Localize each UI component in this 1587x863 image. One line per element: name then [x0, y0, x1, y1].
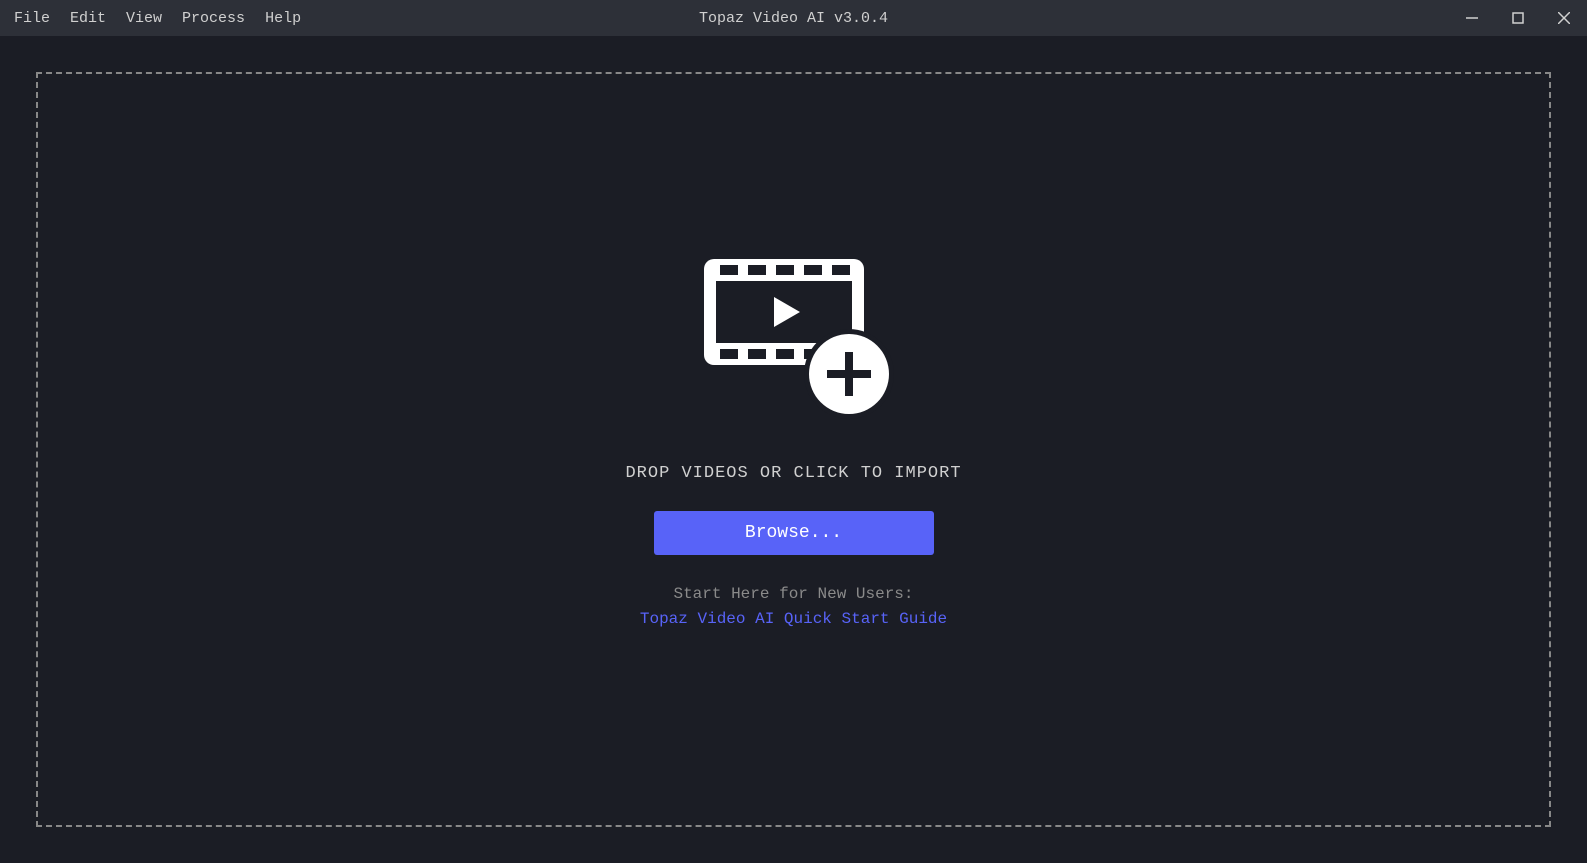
minimize-button[interactable]	[1449, 0, 1495, 36]
app-title: Topaz Video AI v3.0.4	[699, 10, 888, 27]
title-bar: File Edit View Process Help Topaz Video …	[0, 0, 1587, 36]
menu-view[interactable]: View	[116, 0, 172, 36]
menu-file[interactable]: File	[4, 0, 60, 36]
minimize-icon	[1466, 12, 1478, 24]
browse-button[interactable]: Browse...	[654, 511, 934, 555]
add-video-icon	[694, 249, 894, 424]
menu-process[interactable]: Process	[172, 0, 255, 36]
maximize-icon	[1512, 12, 1524, 24]
quick-start-guide-link[interactable]: Topaz Video AI Quick Start Guide	[640, 610, 947, 628]
close-icon	[1558, 12, 1570, 24]
menu-bar: File Edit View Process Help	[0, 0, 311, 36]
main-area: DROP VIDEOS OR CLICK TO IMPORT Browse...…	[0, 36, 1587, 863]
close-button[interactable]	[1541, 0, 1587, 36]
help-section: Start Here for New Users: Topaz Video AI…	[640, 583, 947, 630]
menu-help[interactable]: Help	[255, 0, 311, 36]
drop-content: DROP VIDEOS OR CLICK TO IMPORT Browse...…	[625, 249, 961, 630]
window-controls	[1449, 0, 1587, 36]
maximize-button[interactable]	[1495, 0, 1541, 36]
start-here-label: Start Here for New Users:	[640, 583, 947, 605]
menu-edit[interactable]: Edit	[60, 0, 116, 36]
drop-zone[interactable]: DROP VIDEOS OR CLICK TO IMPORT Browse...…	[36, 72, 1551, 827]
drop-instruction: DROP VIDEOS OR CLICK TO IMPORT	[625, 464, 961, 483]
